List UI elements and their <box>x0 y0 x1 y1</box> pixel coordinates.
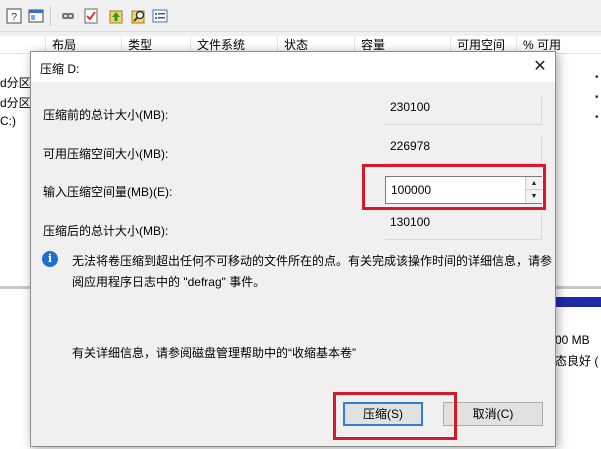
dialog-titlebar: 压缩 D: ✕ <box>31 52 555 82</box>
svg-text:?: ? <box>11 12 17 24</box>
available-value-box: 226978 <box>385 136 542 164</box>
properties-icon[interactable] <box>152 8 168 24</box>
shrink-dialog: 压缩 D: ✕ 压缩前的总计大小(MB): 230100 可用压缩空间大小(MB… <box>30 51 556 447</box>
shrink-button[interactable]: 压缩(S) <box>343 402 423 426</box>
row-marker: • <box>595 92 599 103</box>
help-icon[interactable]: ? <box>6 8 22 24</box>
partition-bar[interactable] <box>553 297 601 307</box>
total-before-value: 230100 <box>390 100 431 114</box>
eye-icon[interactable] <box>60 8 76 24</box>
search-icon[interactable] <box>131 8 147 24</box>
volume-row-fragment[interactable]: d分区 <box>0 74 31 91</box>
shrink-amount-input[interactable] <box>386 177 524 203</box>
stepper-buttons: ▲ ▼ <box>525 177 542 203</box>
available-label: 可用压缩空间大小(MB): <box>43 147 169 161</box>
total-before-label: 压缩前的总计大小(MB): <box>43 108 169 122</box>
spin-up-icon[interactable]: ▲ <box>526 177 542 190</box>
help-message: 有关详细信息，请参阅磁盘管理帮助中的“收缩基本卷” <box>72 346 356 360</box>
total-before-value-box: 230100 <box>385 97 542 125</box>
volume-row-fragment[interactable]: C:) <box>0 114 16 128</box>
shrink-amount-stepper[interactable]: ▲ ▼ <box>385 176 542 204</box>
window-icon[interactable] <box>28 8 44 24</box>
row-marker: • <box>595 112 599 123</box>
info-icon: i <box>42 251 58 267</box>
spin-down-icon[interactable]: ▼ <box>526 190 542 203</box>
partition-size-fragment: 00 MB <box>555 333 590 347</box>
dialog-title: 压缩 D: <box>40 62 80 76</box>
toolbar: ? <box>0 0 601 32</box>
row-marker: • <box>595 72 599 83</box>
partition-status-fragment: 态良好 ( <box>555 354 599 368</box>
checklist-icon[interactable] <box>83 8 99 24</box>
total-after-label: 压缩后的总计大小(MB): <box>43 224 169 238</box>
close-icon[interactable]: ✕ <box>525 52 555 82</box>
up-arrow-icon[interactable] <box>108 8 124 24</box>
available-value: 226978 <box>390 139 431 153</box>
cancel-button[interactable]: 取消(C) <box>443 402 543 426</box>
info-message: 无法将卷压缩到超出任何不可移动的文件所在的点。有关完成该操作时间的详细信息，请参… <box>72 254 553 289</box>
volume-row-fragment[interactable]: d分区 <box>0 94 31 111</box>
total-after-value: 130100 <box>390 215 431 229</box>
shrink-amount-label: 输入压缩空间量(MB)(E): <box>43 185 173 199</box>
total-after-value-box: 130100 <box>385 212 542 240</box>
